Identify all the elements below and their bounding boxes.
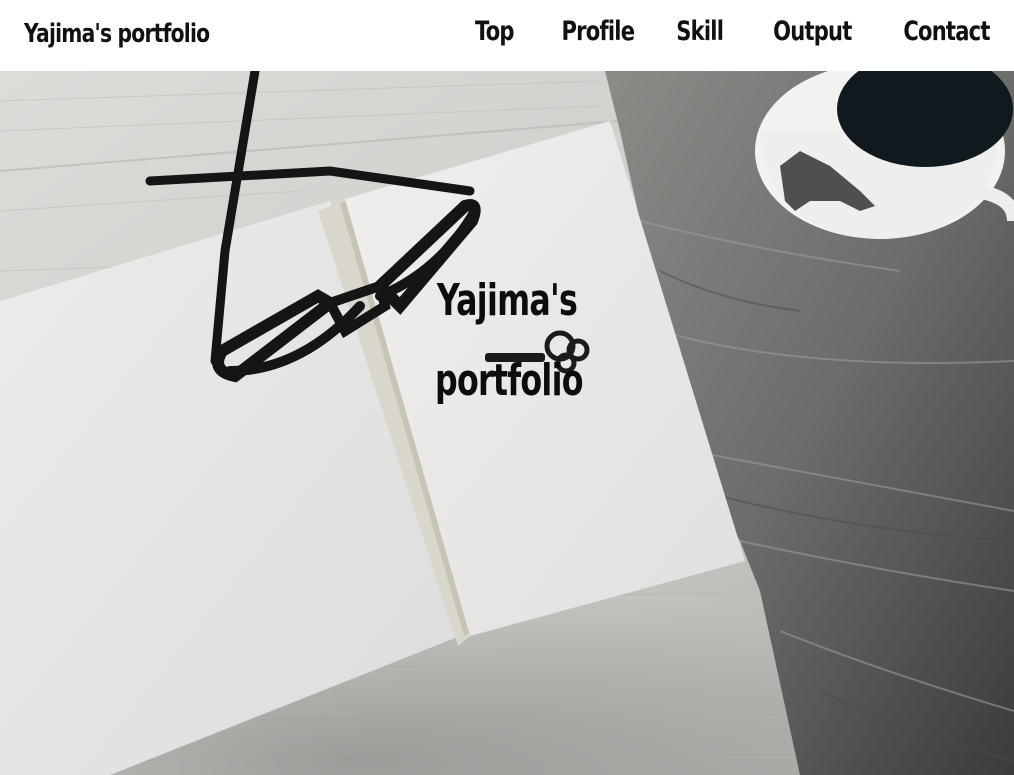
hero-title: Yajima's portfolio — [435, 275, 583, 406]
nav-link-output[interactable]: Output — [773, 14, 852, 50]
hero-section: Yajima's portfolio — [0, 71, 1014, 775]
nav-link-contact[interactable]: Contact — [904, 14, 991, 50]
site-header: Yajima's portfolio Top Profile Skill Out… — [0, 0, 1014, 71]
site-title[interactable]: Yajima's portfolio — [24, 16, 210, 52]
nav-link-skill[interactable]: Skill — [676, 14, 724, 50]
nav-link-profile[interactable]: Profile — [562, 14, 636, 50]
hero-background-image — [0, 71, 1014, 775]
nav-link-top[interactable]: Top — [475, 14, 515, 50]
main-nav: Top Profile Skill Output Contact — [466, 14, 991, 50]
